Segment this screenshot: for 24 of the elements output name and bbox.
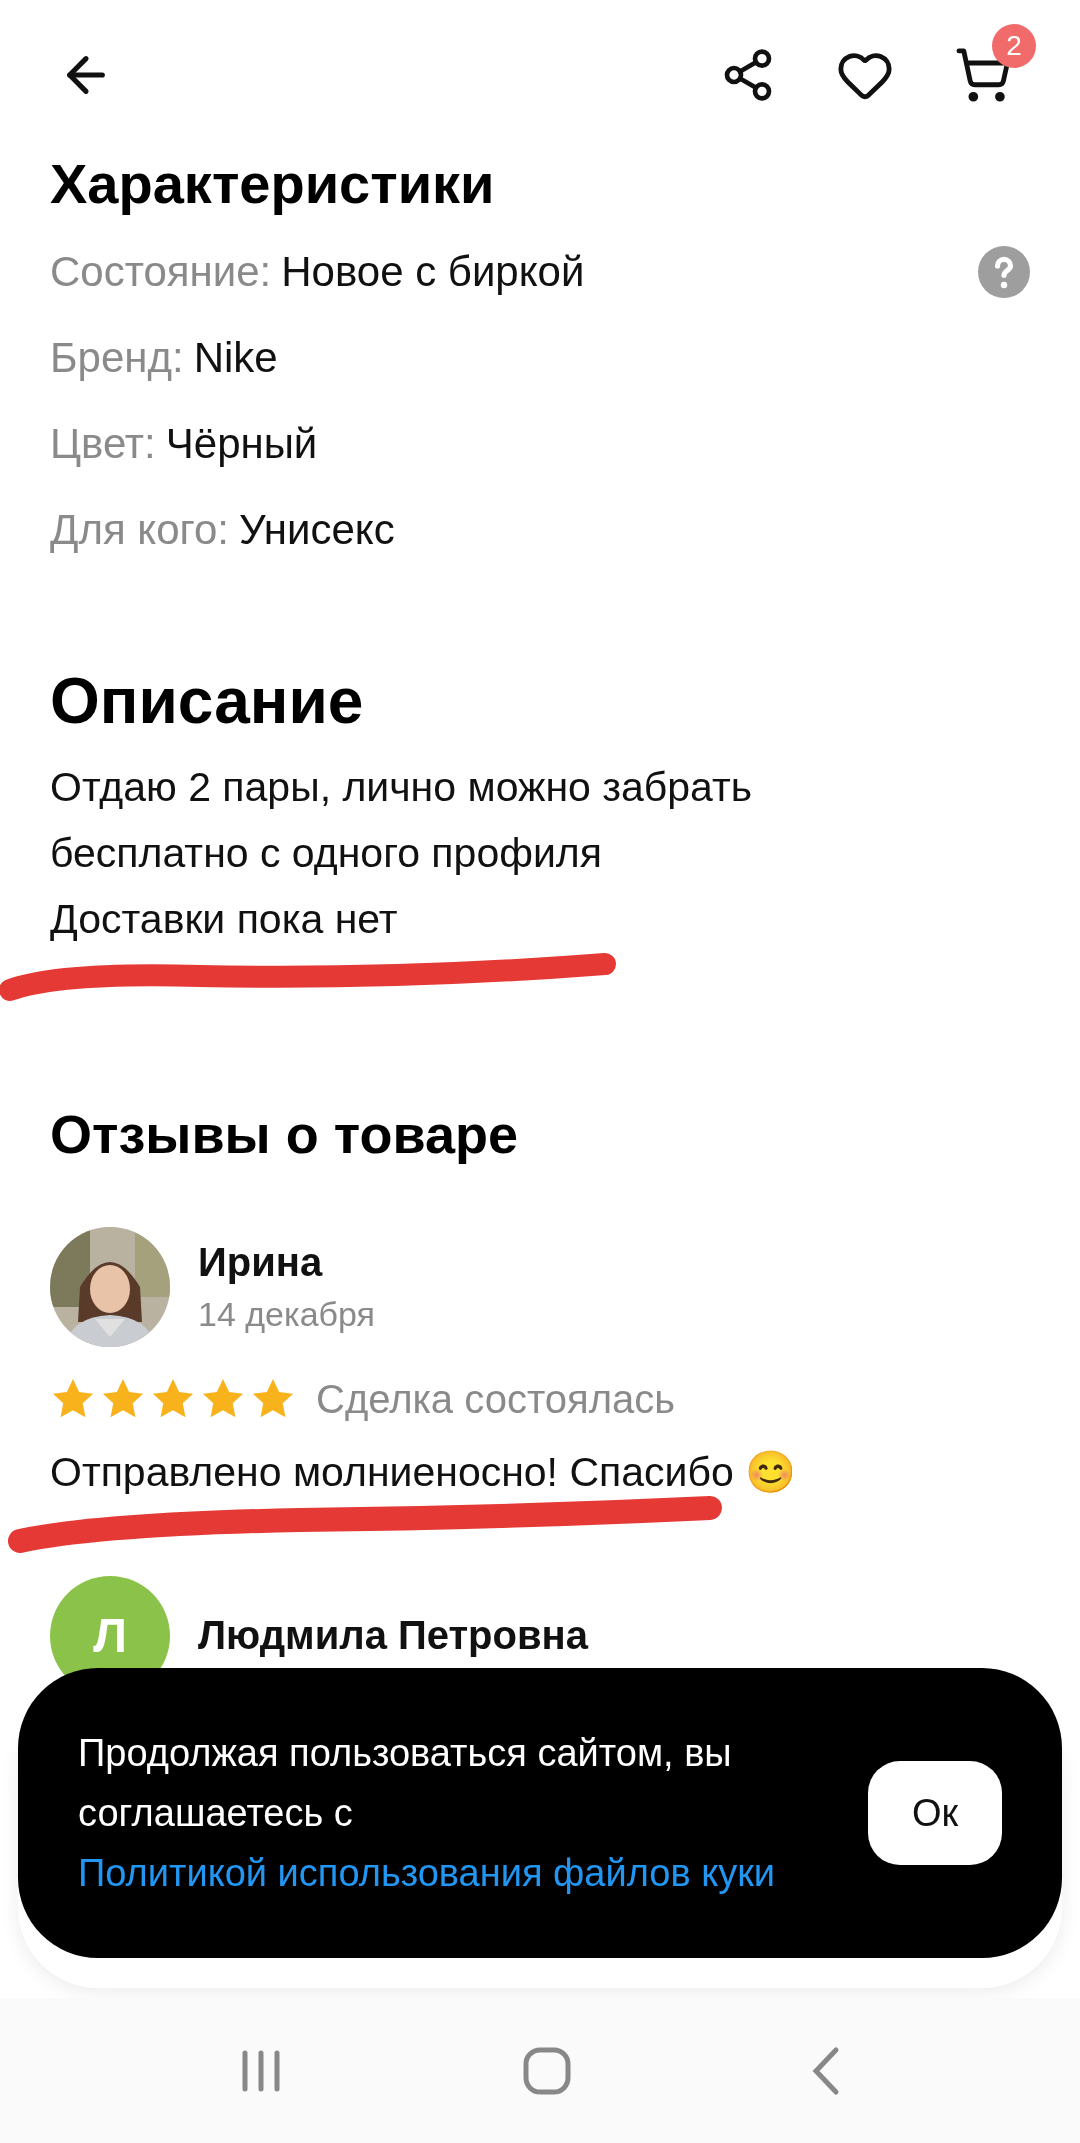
reviewer-name: Людмила Петровна: [198, 1613, 588, 1659]
spec-label: Для кого:: [50, 506, 229, 555]
review-text: Отправлено молниеносно! Спасибо 😊: [50, 1447, 798, 1496]
spec-value: Nike: [193, 334, 278, 383]
spec-label: Цвет:: [50, 420, 156, 469]
spec-value: Унисекс: [239, 506, 395, 555]
spec-value: Чёрный: [165, 420, 318, 469]
cookie-policy-link[interactable]: Политикой использования файлов куки: [78, 1852, 776, 1894]
spec-label: Бренд:: [50, 334, 184, 383]
section-title: Описание: [50, 664, 365, 740]
review-date: 14 декабря: [198, 1294, 375, 1334]
description-text: Доставки пока нет: [50, 895, 399, 944]
reviewer-name: Ирина: [198, 1239, 324, 1285]
cart-count-badge: 2: [992, 24, 1036, 68]
ok-button[interactable]: Ок: [868, 1761, 1002, 1865]
section-title: Характеристики: [50, 151, 496, 217]
spec-value: Новое с биркой: [281, 248, 585, 297]
deal-status: Сделка состоялась: [316, 1376, 676, 1422]
help-icon[interactable]: [978, 246, 1030, 299]
spec-label: Состояние:: [50, 248, 272, 297]
description-text: Отдаю 2 пары, лично можно забрать: [50, 763, 754, 812]
section-title: Отзывы о товаре: [50, 1103, 519, 1166]
cookie-notice-text: Продолжая пользоваться сайтом, вы соглашаетесь с Политикой использования файлов куки: [78, 1731, 777, 1896]
description-text: бесплатно с одного профиля: [50, 829, 603, 878]
